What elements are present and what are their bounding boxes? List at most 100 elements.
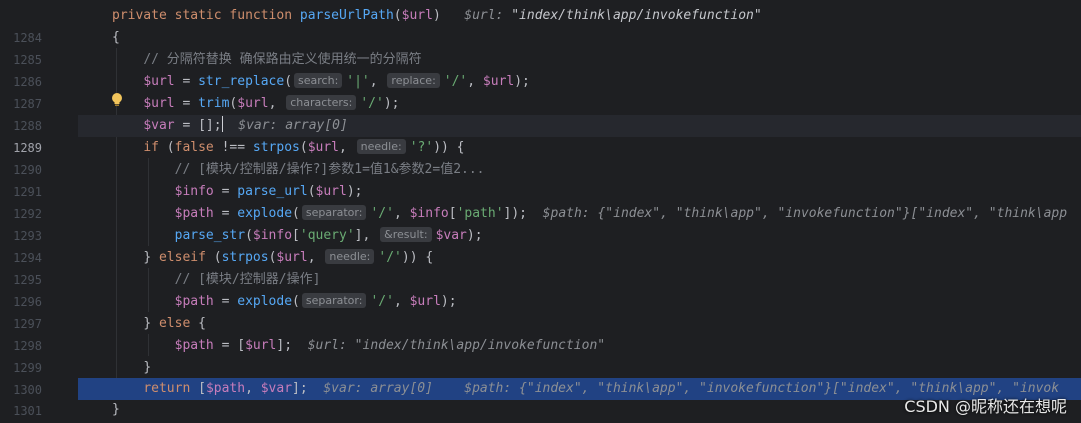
code-line[interactable]: 1300 }	[0, 357, 1081, 397]
parameter-hint: separator:	[301, 205, 367, 220]
string-literal: 'query'	[299, 228, 355, 243]
line-content[interactable]: // [模块/控制器/操作]	[78, 269, 1081, 291]
variable: $url	[276, 250, 308, 265]
function-call: trim	[198, 96, 230, 111]
line-content[interactable]: // 分隔符替换 确保路由定义使用统一的分隔符	[78, 49, 1081, 71]
variable: $var	[143, 118, 175, 133]
line-content[interactable]: }	[78, 357, 1081, 379]
inline-debug-value: $url: "index/think\app/invokefunction"	[307, 338, 606, 353]
string-literal: '/'	[443, 74, 468, 89]
code-editor[interactable]: 1284 private static function parseUrlPat…	[0, 0, 1081, 423]
line-content[interactable]: $url = trim($url, characters: '/');	[78, 93, 1081, 115]
comment: // 分隔符替换 确保路由定义使用统一的分隔符	[143, 52, 422, 67]
text-caret	[221, 116, 223, 132]
code-line[interactable]: 1284 private static function parseUrlPat…	[0, 5, 1081, 45]
string-literal: '/'	[360, 96, 384, 111]
code-line[interactable]: 1295 } elseif (strpos($url, needle: '/'))…	[0, 247, 1081, 287]
inline-debug-value: $path: {"index", "think\app", "invokefun…	[542, 206, 1068, 221]
function-call: str_replace	[198, 74, 285, 89]
function-call: parse_str	[174, 228, 246, 243]
variable: $info	[409, 206, 449, 221]
code-line[interactable]: 1287 $url = str_replace(search: '|', repl…	[0, 71, 1081, 111]
keyword: static	[174, 8, 222, 23]
punctuation: )	[432, 8, 441, 23]
code-line[interactable]: 1296 // [模块/控制器/操作]	[0, 269, 1081, 309]
parameter-hint: replace:	[387, 73, 440, 88]
code-line[interactable]: 1292 $info = parse_url($url);	[0, 181, 1081, 221]
string-literal: '?'	[409, 140, 434, 155]
line-content[interactable]: {	[78, 27, 1081, 49]
variable: $path	[205, 381, 246, 396]
function-call: strpos	[252, 140, 300, 155]
inline-debug-value: $var: array[0]	[323, 381, 433, 396]
code-line[interactable]: 1298 } else {	[0, 313, 1081, 353]
line-content[interactable]: private static function parseUrlPath($ur…	[78, 5, 1081, 27]
function-call: strpos	[221, 250, 269, 265]
keyword: return	[143, 381, 191, 396]
function-call: explode	[237, 206, 293, 221]
parameter-hint: needle:	[325, 249, 375, 264]
inline-debug-value: $var: array[0]	[238, 118, 348, 133]
code-line[interactable]: 1297 $path = explode(separator: '/', $url…	[0, 291, 1081, 331]
function-name: parseUrlPath	[299, 8, 394, 23]
code-line[interactable]: 1291 // [模块/控制器/操作?]参数1=值1&参数2=值2...	[0, 159, 1081, 199]
line-content[interactable]: if (false !== strpos($url, needle: '?')) …	[78, 137, 1081, 159]
variable: $path	[174, 206, 214, 221]
code-line[interactable]: 1288 $url = trim($url, characters: '/');	[0, 93, 1081, 133]
brace: }	[143, 360, 152, 375]
keyword: elseif	[158, 250, 206, 265]
line-content[interactable]: $info = parse_url($url);	[78, 181, 1081, 203]
parameter-hint: &result:	[380, 227, 432, 242]
variable: $var	[260, 381, 293, 396]
parameter-hint: needle:	[356, 139, 406, 154]
variable: $url	[409, 294, 441, 309]
brace: {	[112, 30, 120, 45]
variable: $info	[252, 228, 293, 243]
keyword: false	[174, 140, 214, 155]
comment: // [模块/控制器/操作?]参数1=值1&参数2=值2...	[174, 162, 485, 177]
line-content[interactable]: $path = [$url]; $url: "index/think\app/i…	[78, 335, 1081, 357]
parameter-hint: characters:	[286, 95, 357, 110]
variable: $url	[245, 338, 277, 353]
code-line[interactable]: 1293 $path = explode(separator: '/', $inf…	[0, 203, 1081, 243]
variable: $url	[482, 74, 515, 89]
keyword: else	[158, 316, 191, 331]
variable: $path	[174, 338, 214, 353]
comment: // [模块/控制器/操作]	[174, 272, 321, 287]
line-content[interactable]: } elseif (strpos($url, needle: '/')) {	[78, 247, 1081, 269]
brace: }	[112, 402, 120, 417]
line-content[interactable]: $path = explode(separator: '/', $info['pa…	[78, 203, 1081, 225]
line-content[interactable]: $var = []; $var: array[0]	[78, 115, 1081, 137]
variable: $info	[174, 184, 214, 199]
code-line[interactable]: 1286 // 分隔符替换 确保路由定义使用统一的分隔符	[0, 49, 1081, 89]
code-line[interactable]: 1285 {	[0, 27, 1081, 67]
line-content[interactable]: parse_str($info['query'], &result: $var);	[78, 225, 1081, 247]
variable: $url	[315, 184, 347, 199]
line-content[interactable]: } else {	[78, 313, 1081, 335]
keyword: private	[112, 8, 167, 23]
string-literal: '/'	[370, 206, 394, 221]
function-call: parse_url	[237, 184, 308, 199]
lightbulb-icon[interactable]	[111, 92, 123, 108]
code-line[interactable]: 1294 parse_str($info['query'], &result: $…	[0, 225, 1081, 265]
string-literal: '/'	[370, 294, 394, 309]
variable: $url	[143, 96, 175, 111]
parameter-hint: search:	[294, 73, 343, 88]
variable: $url	[307, 140, 340, 155]
variable: $path	[174, 294, 214, 309]
code-line[interactable]: 1290 if (false !== strpos($url, needle: '…	[0, 137, 1081, 177]
keyword: if	[143, 140, 159, 155]
string-literal: '/'	[378, 250, 402, 265]
line-content[interactable]: $url = str_replace(search: '|', replace: '…	[78, 71, 1081, 93]
line-content[interactable]: $path = explode(separator: '/', $url);	[78, 291, 1081, 313]
variable: $url	[237, 96, 269, 111]
watermark: CSDN @昵称还在想呢	[904, 397, 1067, 416]
variable: $url	[143, 74, 175, 89]
code-line-current[interactable]: 1289 $var = []; $var: array[0]	[0, 115, 1081, 155]
code-line[interactable]: 1299 $path = [$url]; $url: "index/think\…	[0, 335, 1081, 375]
parameter-hint: separator:	[301, 293, 367, 308]
line-content[interactable]: // [模块/控制器/操作?]参数1=值1&参数2=值2...	[78, 159, 1081, 181]
inline-debug-value: $url: "index/think\app/invokefunction"	[464, 8, 762, 23]
parameter: $url	[401, 8, 433, 23]
function-call: explode	[237, 294, 293, 309]
